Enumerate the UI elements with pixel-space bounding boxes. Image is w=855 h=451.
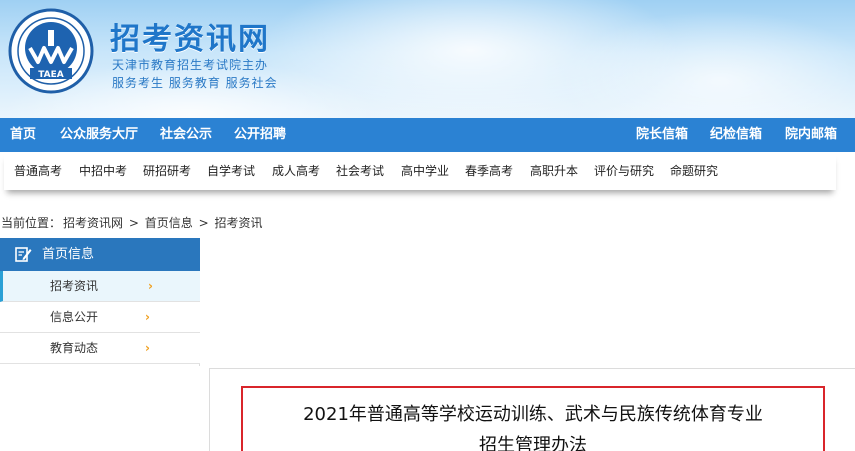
chevron-right-icon: › bbox=[148, 279, 153, 293]
breadcrumb-link[interactable]: 首页信息 bbox=[145, 216, 193, 230]
subnav-item[interactable]: 命题研究 bbox=[670, 152, 718, 190]
nav-discipline-mailbox[interactable]: 纪检信箱 bbox=[710, 118, 762, 152]
nav-president-mailbox[interactable]: 院长信箱 bbox=[636, 118, 688, 152]
subnav-item[interactable]: 中招中考 bbox=[79, 152, 127, 190]
breadcrumb-separator: > bbox=[128, 216, 139, 230]
sidebar-item-info-disclosure[interactable]: 信息公开 › bbox=[0, 302, 200, 333]
breadcrumb-link[interactable]: 招考资讯网 bbox=[63, 216, 123, 230]
logo-text: TAEA bbox=[38, 70, 64, 80]
breadcrumb-current[interactable]: 招考资讯 bbox=[214, 216, 262, 230]
article-title-line2: 招生管理办法 bbox=[479, 435, 587, 451]
subnav-item[interactable]: 高中学业 bbox=[401, 152, 449, 190]
sidebar-item-education-news[interactable]: 教育动态 › bbox=[0, 333, 200, 364]
chevron-right-icon: › bbox=[145, 310, 150, 324]
sidebar-heading: 首页信息 bbox=[0, 238, 200, 271]
subnav-item[interactable]: 高职升本 bbox=[530, 152, 578, 190]
sidebar: 首页信息 招考资讯 › 信息公开 › 教育动态 › bbox=[0, 238, 200, 366]
subnav-item[interactable]: 评价与研究 bbox=[594, 152, 654, 190]
main-nav: 首页 公众服务大厅 社会公示 公开招聘 院长信箱 纪检信箱 院内邮箱 bbox=[0, 118, 855, 152]
sub-nav: 普通高考 中招中考 研招研考 自学考试 成人高考 社会考试 高中学业 春季高考 … bbox=[4, 152, 836, 190]
nav-public-notice[interactable]: 社会公示 bbox=[160, 118, 212, 152]
breadcrumb: 当前位置： 招考资讯网 > 首页信息 > 招考资讯 bbox=[0, 214, 264, 231]
subnav-item[interactable]: 普通高考 bbox=[14, 152, 62, 190]
site-banner: TAEA 招考资讯网 天津市教育招生考试院主办 服务考生 服务教育 服务社会 bbox=[0, 0, 855, 118]
nav-home[interactable]: 首页 bbox=[10, 118, 36, 152]
sidebar-item-label: 信息公开 bbox=[50, 310, 99, 324]
subnav-item[interactable]: 成人高考 bbox=[272, 152, 320, 190]
page: TAEA 招考资讯网 天津市教育招生考试院主办 服务考生 服务教育 服务社会 首… bbox=[0, 0, 855, 451]
site-organizer: 天津市教育招生考试院主办 bbox=[112, 58, 269, 72]
article-title: 2021年普通高等学校运动训练、武术与民族传统体育专业 bbox=[303, 404, 763, 425]
nav-public-service-hall[interactable]: 公众服务大厅 bbox=[60, 118, 138, 152]
sidebar-heading-label: 首页信息 bbox=[42, 247, 95, 262]
article-title-highlight: 2021年普通高等学校运动训练、武术与民族传统体育专业 招生管理办法 bbox=[241, 386, 825, 451]
site-title[interactable]: 招考资讯网 bbox=[110, 14, 270, 58]
edit-document-icon bbox=[15, 247, 32, 262]
chevron-right-icon: › bbox=[145, 341, 150, 355]
sidebar-item-label: 招考资讯 bbox=[50, 279, 99, 293]
subnav-item[interactable]: 春季高考 bbox=[465, 152, 513, 190]
site-logo[interactable]: TAEA bbox=[8, 8, 94, 94]
sidebar-item-admission-news[interactable]: 招考资讯 › bbox=[0, 271, 200, 302]
breadcrumb-separator: > bbox=[198, 216, 209, 230]
breadcrumb-prefix: 当前位置： bbox=[1, 216, 62, 230]
subnav-item[interactable]: 研招研考 bbox=[143, 152, 191, 190]
subnav-item[interactable]: 自学考试 bbox=[207, 152, 255, 190]
subnav-item[interactable]: 社会考试 bbox=[336, 152, 384, 190]
nav-internal-mailbox[interactable]: 院内邮箱 bbox=[785, 118, 837, 152]
sidebar-item-label: 教育动态 bbox=[50, 341, 99, 355]
nav-public-recruitment[interactable]: 公开招聘 bbox=[234, 118, 286, 152]
site-slogan: 服务考生 服务教育 服务社会 bbox=[112, 76, 278, 90]
